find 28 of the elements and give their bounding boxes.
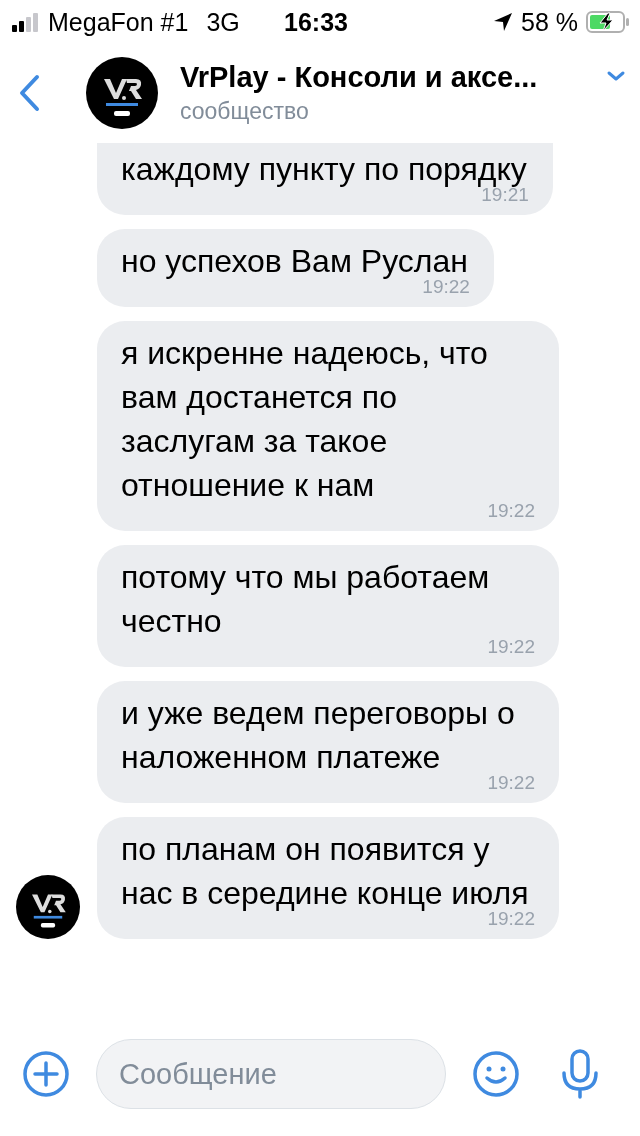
avatar-icon[interactable] [16, 875, 80, 939]
location-icon [493, 12, 513, 32]
message-text: по планам он появится у нас в середине конце июля [121, 830, 530, 912]
add-icon[interactable] [22, 1050, 70, 1098]
chat-title[interactable]: VrPlay - Консоли и аксе... [180, 61, 606, 94]
back-icon[interactable] [18, 74, 40, 112]
message-text: но успехов Вам Руслан [121, 242, 468, 280]
smiley-icon[interactable] [472, 1050, 520, 1098]
chat-subtitle: сообщество [180, 98, 310, 125]
message-field[interactable]: Сообщение [96, 1039, 446, 1109]
message-text: каждому пункту по порядку [121, 150, 527, 188]
signal-icon [12, 12, 40, 32]
battery-icon [586, 11, 630, 33]
message-time: 19:22 [487, 637, 535, 657]
message-text: потому что мы работаем честно [121, 558, 491, 640]
microphone-icon[interactable] [560, 1049, 600, 1099]
message-time: 19:22 [487, 909, 535, 929]
clock: 16:33 [284, 7, 348, 37]
battery-percent: 58 % [521, 7, 578, 37]
chevron-down-icon[interactable] [606, 70, 626, 82]
message-text: я искренне надеюсь, что вам достанется по заслугам за такое отношение к нам [121, 334, 489, 505]
network-type: 3G [206, 7, 240, 37]
logo-icon[interactable] [86, 57, 158, 129]
message-time: 19:22 [487, 501, 535, 521]
message-time: 19:22 [487, 773, 535, 793]
carrier-name: MegaFon #1 [48, 7, 189, 37]
message-text: и уже ведем переговоры о наложенном платеже [121, 694, 516, 776]
message-time: 19:22 [422, 277, 470, 297]
